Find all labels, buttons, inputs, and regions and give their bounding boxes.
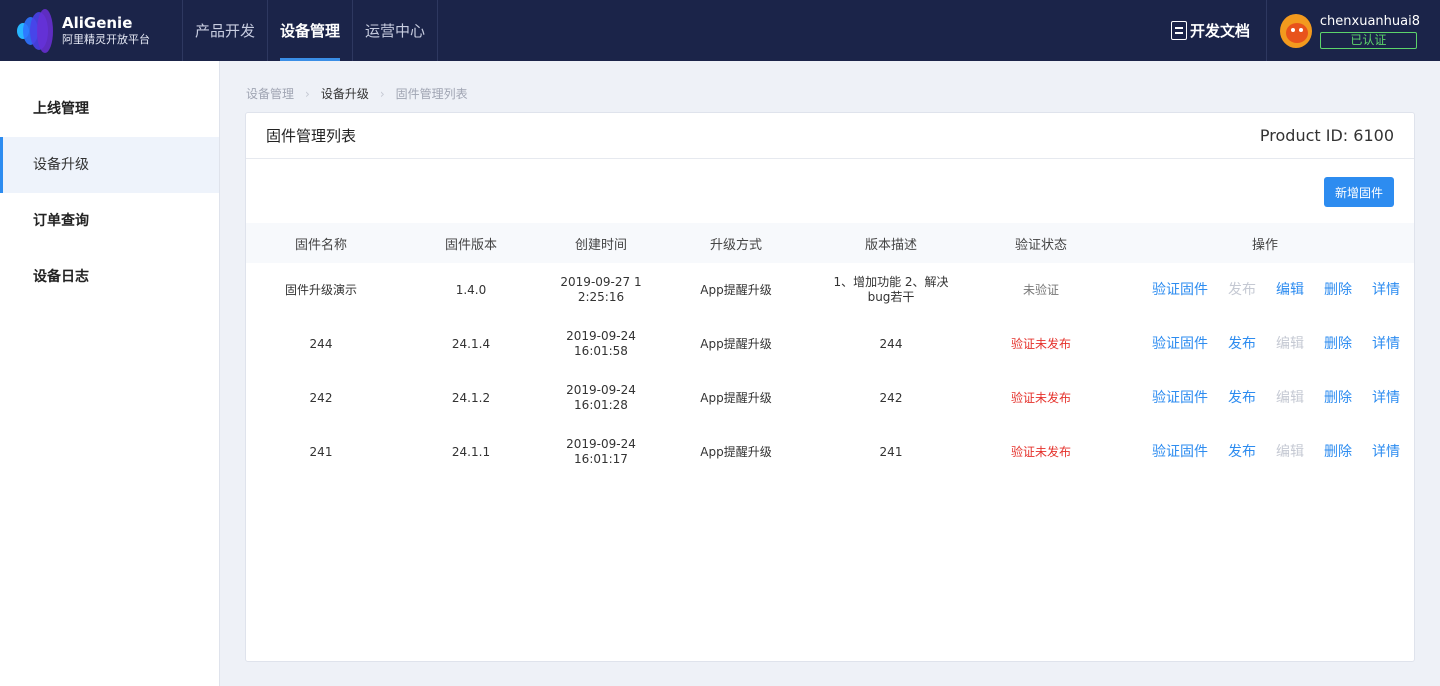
column-header: 创建时间 — [574, 237, 627, 253]
edit-button: 编辑 — [1276, 335, 1304, 352]
verify-firmware-button[interactable]: 验证固件 — [1152, 282, 1208, 298]
nav-device-management[interactable]: 设备管理 — [268, 0, 354, 61]
breadcrumb-item-current: 固件管理列表 — [395, 87, 468, 101]
verify-firmware-button[interactable]: 验证固件 — [1152, 444, 1208, 460]
detail-button[interactable]: 详情 — [1372, 390, 1400, 406]
dev-docs-label: 开发文档 — [1189, 22, 1250, 40]
firmware-version: 24.1.1 — [451, 444, 491, 459]
nav-operations-center[interactable]: 运营中心 — [353, 0, 439, 61]
firmware-version: 1.4.0 — [455, 282, 487, 297]
verify-firmware-button[interactable]: 验证固件 — [1152, 336, 1208, 352]
delete-button[interactable]: 删除 — [1324, 336, 1352, 352]
column-header: 升级方式 — [709, 237, 762, 253]
version-description: 1、增加功能 2、解决 bug若干 — [833, 275, 949, 304]
table-row: 固件升级演示 1.4.0 2019-09-27 1 2:25:16 App提醒升… — [246, 263, 1414, 317]
detail-button[interactable]: 详情 — [1372, 444, 1400, 460]
verify-status: 未验证 — [1022, 282, 1059, 297]
detail-button[interactable]: 详情 — [1372, 336, 1400, 352]
publish-button[interactable]: 发布 — [1228, 444, 1256, 460]
dev-docs-link[interactable]: 开发文档 — [1170, 0, 1267, 61]
detail-button[interactable]: 详情 — [1372, 282, 1400, 298]
nav-product-dev[interactable]: 产品开发 — [183, 0, 269, 61]
column-header: 版本描述 — [864, 237, 917, 253]
edit-button[interactable]: 编辑 — [1276, 282, 1304, 298]
table-row: 241 24.1.1 2019-09-24 16:01:17 App提醒升级 2… — [246, 425, 1414, 479]
verify-status: 验证未发布 — [1010, 336, 1071, 351]
version-description: 244 — [879, 336, 903, 351]
verify-status: 验证未发布 — [1010, 444, 1071, 459]
edit-button: 编辑 — [1276, 443, 1304, 460]
publish-button[interactable]: 发布 — [1228, 390, 1256, 406]
upgrade-method: App提醒升级 — [700, 390, 772, 405]
table-row: 244 24.1.4 2019-09-24 16:01:58 App提醒升级 2… — [246, 317, 1414, 371]
user-menu[interactable]: chenxuanhuai8 已认证 — [1267, 0, 1440, 61]
publish-button: 发布 — [1228, 281, 1256, 298]
created-time: 2019-09-27 1 2:25:16 — [560, 275, 642, 304]
firmware-name: 242 — [309, 390, 333, 405]
document-icon — [1170, 21, 1187, 40]
product-id: Product ID: 6100 — [1259, 126, 1394, 145]
username: chenxuanhuai8 — [1319, 13, 1420, 29]
sidebar-item-online-management[interactable]: 上线管理 — [0, 81, 219, 137]
column-header: 操作 — [1251, 237, 1278, 253]
created-time: 2019-09-24 16:01:17 — [566, 437, 636, 466]
delete-button[interactable]: 删除 — [1324, 444, 1352, 460]
page-title: 固件管理列表 — [266, 127, 357, 145]
column-header: 验证状态 — [1014, 237, 1067, 253]
chevron-right-icon: › — [379, 86, 385, 101]
firmware-name: 244 — [309, 336, 333, 351]
firmware-name: 241 — [309, 444, 333, 459]
column-header: 固件名称 — [294, 237, 347, 253]
delete-button[interactable]: 删除 — [1324, 390, 1352, 406]
verify-firmware-button[interactable]: 验证固件 — [1152, 390, 1208, 406]
version-description: 242 — [879, 390, 903, 405]
verify-status: 验证未发布 — [1010, 390, 1071, 405]
logo[interactable]: AliGenie 阿里精灵开放平台 — [0, 0, 183, 61]
delete-button[interactable]: 删除 — [1324, 282, 1352, 298]
logo-title: AliGenie — [62, 14, 133, 32]
table-header-row: 固件名称 固件版本 创建时间 升级方式 版本描述 验证状态 操作 — [246, 223, 1414, 263]
breadcrumb-item-device-upgrade[interactable]: 设备升级 — [321, 85, 369, 102]
created-time: 2019-09-24 16:01:58 — [566, 329, 636, 358]
created-time: 2019-09-24 16:01:28 — [566, 383, 636, 412]
firmware-list-card: 固件管理列表 Product ID: 6100 新增固件 固件名称 固件版本 创… — [245, 112, 1415, 662]
main-nav: 产品开发 设备管理 运营中心 — [183, 0, 439, 61]
sidebar-item-device-log[interactable]: 设备日志 — [0, 249, 219, 305]
top-header: AliGenie 阿里精灵开放平台 产品开发 设备管理 运营中心 开发文档 ch… — [0, 0, 1440, 61]
upgrade-method: App提醒升级 — [700, 282, 772, 297]
breadcrumb-item-device-management[interactable]: 设备管理 — [246, 85, 294, 102]
aligenie-logo-icon — [17, 8, 55, 53]
table-row: 242 24.1.2 2019-09-24 16:01:28 App提醒升级 2… — [246, 371, 1414, 425]
sidebar: 上线管理 设备升级 订单查询 设备日志 — [0, 61, 220, 686]
breadcrumb: 设备管理 › 设备升级 › 固件管理列表 — [246, 85, 468, 102]
firmware-name: 固件升级演示 — [284, 282, 357, 297]
upgrade-method: App提醒升级 — [700, 336, 772, 351]
firmware-version: 24.1.2 — [451, 390, 491, 405]
column-header: 固件版本 — [444, 237, 497, 253]
firmware-version: 24.1.4 — [451, 336, 491, 351]
logo-subtitle: 阿里精灵开放平台 — [62, 33, 150, 46]
edit-button: 编辑 — [1276, 389, 1304, 406]
publish-button[interactable]: 发布 — [1228, 336, 1256, 352]
sidebar-item-device-upgrade[interactable]: 设备升级 — [0, 137, 219, 193]
firmware-table: 固件名称 固件版本 创建时间 升级方式 版本描述 验证状态 操作 固件升级演示 … — [246, 223, 1414, 479]
verified-badge: 已认证 — [1319, 31, 1417, 49]
chevron-right-icon: › — [305, 86, 310, 101]
upgrade-method: App提醒升级 — [700, 444, 772, 459]
version-description: 241 — [879, 444, 903, 459]
sidebar-item-order-query[interactable]: 订单查询 — [0, 193, 219, 249]
add-firmware-button[interactable]: 新增固件 — [1324, 177, 1394, 207]
avatar — [1280, 13, 1312, 48]
